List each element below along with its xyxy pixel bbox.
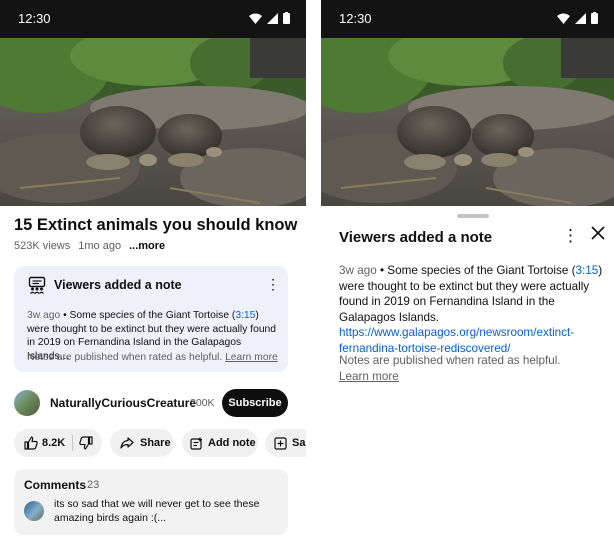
share-icon [120, 437, 134, 449]
view-count: 523K views [14, 240, 71, 252]
status-bar: 12:30 [0, 0, 306, 38]
people-note-icon [28, 276, 46, 294]
note-card-footer-text: Notes are published when rated as helpfu… [27, 352, 226, 363]
note-card-age: 3w ago [27, 310, 61, 321]
video-frame-tortoises [0, 38, 306, 206]
channel-avatar[interactable] [14, 390, 40, 416]
action-bar: 8.2K Share Add note Sa [14, 429, 306, 457]
dislike-icon[interactable] [79, 436, 93, 450]
note-sheet-body: 3w ago • Some species of the Giant Torto… [339, 263, 607, 356]
close-icon[interactable] [591, 226, 605, 240]
save-icon [274, 436, 287, 450]
add-note-label: Add note [208, 437, 256, 449]
note-bottom-sheet: Viewers added a note ⋮ 3w ago • Some spe… [321, 206, 614, 547]
like-count[interactable]: 8.2K [42, 437, 65, 449]
note-sheet-age: 3w ago [339, 264, 377, 277]
video-player[interactable] [0, 38, 306, 206]
note-sheet-source-link[interactable]: https://www.galapagos.org/newsroom/extin… [339, 326, 574, 355]
like-divider [72, 435, 73, 451]
note-sheet-footer-text: Notes are published when rated as helpfu… [339, 354, 561, 367]
note-card-learn-more-link[interactable]: Learn more [225, 352, 278, 363]
share-label: Share [140, 437, 171, 449]
video-meta: 523K views 1mo ago ...more [14, 240, 165, 252]
comments-count: 23 [87, 479, 100, 491]
status-time: 12:30 [339, 11, 372, 26]
upload-age: 1mo ago [78, 240, 122, 252]
add-note-button[interactable]: Add note [182, 429, 258, 457]
note-card-text-start: • Some species of the Giant Tortoise ( [60, 310, 236, 321]
note-sheet-title: Viewers added a note [339, 229, 493, 246]
note-sheet-learn-more-link[interactable]: Learn more [339, 369, 561, 385]
comments-title: Comments [24, 478, 87, 492]
note-card-footer: Notes are published when rated as helpfu… [27, 352, 278, 363]
note-sheet-menu-icon[interactable]: ⋮ [562, 226, 579, 246]
note-sheet-text-start: • Some species of the Giant Tortoise ( [376, 264, 576, 277]
subscribe-button[interactable]: Subscribe [222, 389, 288, 417]
commenter-avatar [24, 501, 44, 521]
comments-section[interactable]: Comments 23 its so sad that we will neve… [14, 469, 288, 535]
signal-icon [267, 12, 278, 24]
more-link[interactable]: ...more [129, 240, 165, 252]
channel-row: NaturallyCuriousCreature 200K Subscribe [14, 389, 306, 417]
video-player[interactable] [321, 38, 614, 206]
add-note-icon [190, 437, 202, 450]
viewer-note-card[interactable]: Viewers added a note ⋮ 3w ago • Some spe… [14, 266, 288, 372]
note-card-title: Viewers added a note [54, 278, 182, 292]
save-button[interactable]: Sa [265, 429, 306, 457]
like-dislike-group: 8.2K [14, 429, 102, 457]
battery-icon [591, 12, 598, 24]
note-sheet-footer: Notes are published when rated as helpfu… [339, 353, 561, 384]
like-icon[interactable] [24, 436, 38, 450]
system-icons [249, 12, 290, 24]
screen-gap [306, 0, 321, 547]
first-comment-text: its so sad that we will never get to see… [54, 498, 260, 524]
sheet-drag-handle[interactable] [457, 214, 489, 218]
video-title: 15 Extinct animals you should know [14, 216, 298, 234]
video-frame-tortoises [321, 38, 614, 206]
status-bar: 12:30 [321, 0, 614, 38]
channel-name[interactable]: NaturallyCuriousCreature [50, 396, 196, 410]
wifi-icon [249, 13, 262, 24]
signal-icon [575, 12, 586, 24]
note-card-timestamp-link[interactable]: 3:15 [235, 310, 255, 321]
wifi-icon [557, 13, 570, 24]
video-watch-screen: 12:30 15 Extinct animals you should know… [0, 0, 306, 547]
note-card-menu-icon[interactable]: ⋮ [266, 276, 280, 293]
subscriber-count: 200K [190, 397, 215, 409]
save-label: Sa [292, 437, 306, 449]
share-button[interactable]: Share [110, 429, 174, 457]
note-sheet-timestamp-link[interactable]: 3:15 [575, 264, 598, 277]
status-time: 12:30 [18, 11, 51, 26]
battery-icon [283, 12, 290, 24]
note-detail-screen: 12:30 Viewers added a note ⋮ 3w ago • So… [321, 0, 614, 547]
system-icons [557, 12, 598, 24]
